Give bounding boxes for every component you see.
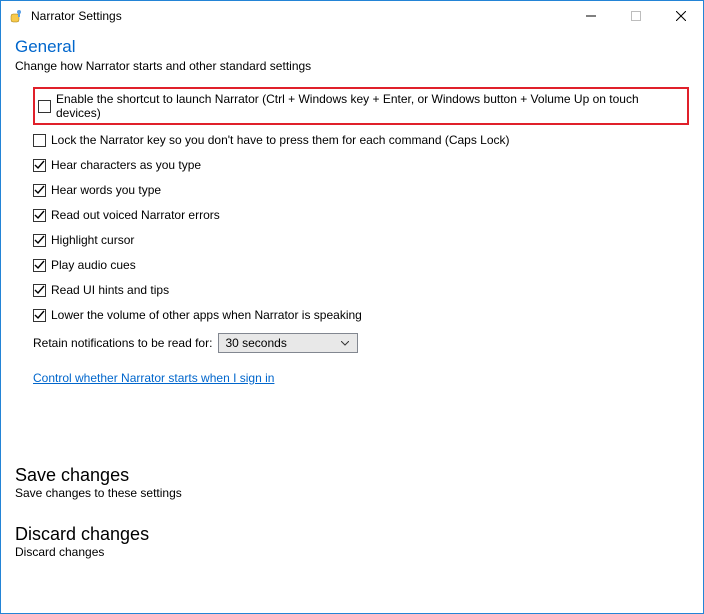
- save-sub: Save changes to these settings: [15, 486, 689, 500]
- save-block: Save changes Save changes to these setti…: [15, 465, 689, 559]
- content-area: General Change how Narrator starts and o…: [1, 31, 703, 613]
- checkbox-icon: [33, 309, 46, 322]
- option-highlight-cursor[interactable]: Highlight cursor: [33, 233, 689, 247]
- discard-heading[interactable]: Discard changes: [15, 524, 689, 545]
- option-label: Lock the Narrator key so you don't have …: [51, 133, 510, 147]
- option-label: Highlight cursor: [51, 233, 134, 247]
- retain-row: Retain notifications to be read for: 30 …: [33, 333, 689, 353]
- option-label: Hear characters as you type: [51, 158, 201, 172]
- option-lock-key[interactable]: Lock the Narrator key so you don't have …: [33, 133, 689, 147]
- options-group: Enable the shortcut to launch Narrator (…: [33, 87, 689, 385]
- save-heading[interactable]: Save changes: [15, 465, 689, 486]
- checkbox-icon: [33, 234, 46, 247]
- maximize-button[interactable]: [613, 1, 658, 31]
- option-enable-shortcut[interactable]: Enable the shortcut to launch Narrator (…: [33, 87, 689, 125]
- narrator-app-icon: [9, 8, 25, 24]
- titlebar: Narrator Settings: [1, 1, 703, 31]
- option-label: Enable the shortcut to launch Narrator (…: [56, 92, 684, 120]
- option-label: Read out voiced Narrator errors: [51, 208, 220, 222]
- window-controls: [568, 1, 703, 31]
- checkbox-icon: [38, 100, 51, 113]
- option-label: Play audio cues: [51, 258, 136, 272]
- option-lower-volume[interactable]: Lower the volume of other apps when Narr…: [33, 308, 689, 322]
- option-hear-words[interactable]: Hear words you type: [33, 183, 689, 197]
- discard-sub: Discard changes: [15, 545, 689, 559]
- option-audio-cues[interactable]: Play audio cues: [33, 258, 689, 272]
- chevron-down-icon: [337, 341, 353, 346]
- checkbox-icon: [33, 259, 46, 272]
- option-label: Read UI hints and tips: [51, 283, 169, 297]
- general-heading: General: [15, 37, 689, 57]
- signin-link[interactable]: Control whether Narrator starts when I s…: [33, 371, 274, 385]
- window-title: Narrator Settings: [31, 9, 122, 23]
- retain-value: 30 seconds: [225, 336, 337, 350]
- option-ui-hints[interactable]: Read UI hints and tips: [33, 283, 689, 297]
- option-label: Lower the volume of other apps when Narr…: [51, 308, 362, 322]
- narrator-settings-window: Narrator Settings General Change how Nar…: [0, 0, 704, 614]
- general-subheading: Change how Narrator starts and other sta…: [15, 59, 689, 73]
- option-label: Hear words you type: [51, 183, 161, 197]
- minimize-button[interactable]: [568, 1, 613, 31]
- checkbox-icon: [33, 209, 46, 222]
- retain-label: Retain notifications to be read for:: [33, 336, 212, 350]
- checkbox-icon: [33, 184, 46, 197]
- option-hear-characters[interactable]: Hear characters as you type: [33, 158, 689, 172]
- close-button[interactable]: [658, 1, 703, 31]
- retain-select[interactable]: 30 seconds: [218, 333, 358, 353]
- option-read-errors[interactable]: Read out voiced Narrator errors: [33, 208, 689, 222]
- checkbox-icon: [33, 134, 46, 147]
- checkbox-icon: [33, 284, 46, 297]
- checkbox-icon: [33, 159, 46, 172]
